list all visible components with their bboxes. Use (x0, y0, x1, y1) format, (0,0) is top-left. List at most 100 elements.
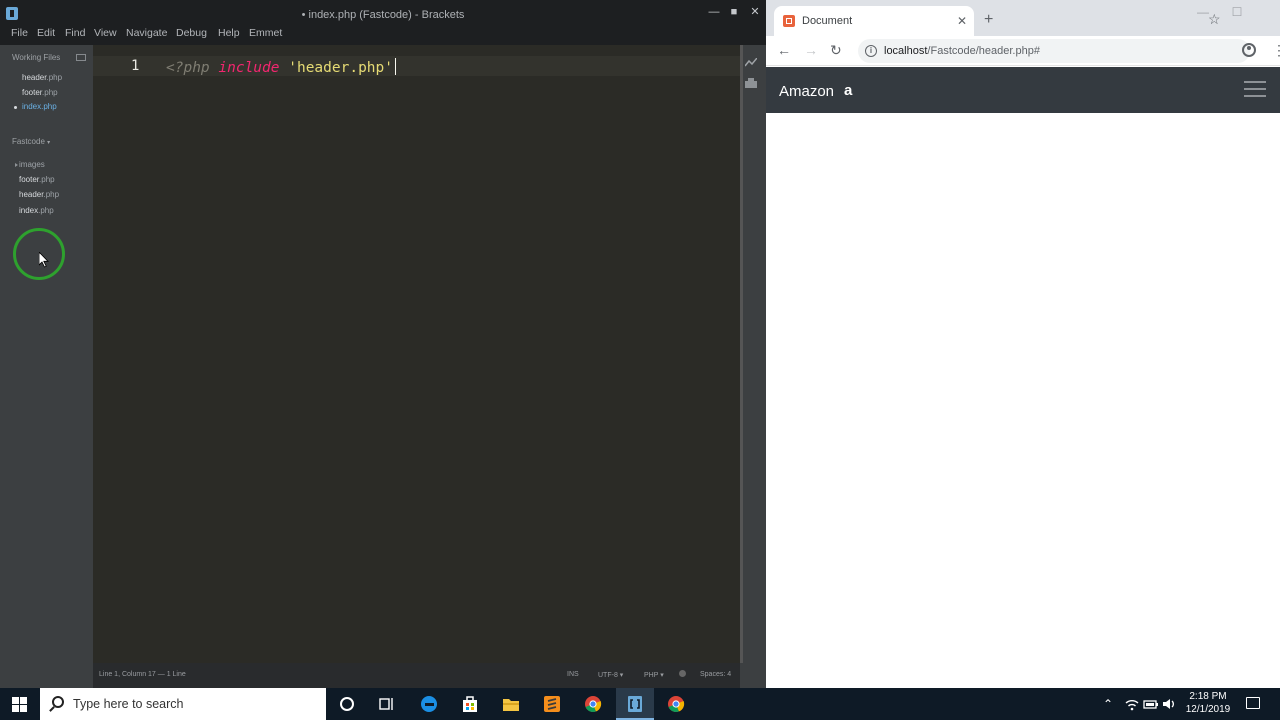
volume-icon[interactable] (1160, 694, 1180, 714)
chevron-down-icon: ▾ (47, 140, 51, 146)
insert-mode[interactable]: INS (567, 671, 579, 678)
bookmark-star-icon[interactable]: ☆ (1208, 12, 1221, 26)
wifi-icon[interactable] (1122, 694, 1142, 714)
editor-scrollbar[interactable] (740, 45, 743, 663)
project-dropdown[interactable]: Fastcode ▾ (12, 137, 50, 146)
menu-navigate[interactable]: Navigate (126, 27, 167, 39)
file-ext: .php (46, 73, 63, 82)
code-editor[interactable]: 1 <?php include 'header.php' (93, 45, 740, 663)
battery-icon[interactable] (1141, 694, 1161, 714)
brackets-window: • index.php (Fastcode) - Brackets — ■ ✕ … (0, 0, 766, 688)
search-icon (52, 696, 64, 708)
language-select[interactable]: PHP ▾ (644, 671, 664, 679)
store-icon[interactable] (460, 694, 480, 714)
edge-browser-icon[interactable] (419, 694, 439, 714)
back-arrow-icon[interactable]: ← (777, 43, 791, 57)
status-bar: Line 1, Column 17 — 1 Line INS UTF-8 ▾ P… (93, 663, 740, 688)
working-file-footer[interactable]: footer.php (22, 88, 58, 97)
file-name: footer (19, 175, 40, 184)
url-host: localhost (884, 45, 928, 57)
indent-setting[interactable]: Spaces: 4 (700, 671, 731, 678)
menu-help[interactable]: Help (218, 27, 240, 39)
linter-status-icon[interactable] (679, 670, 686, 677)
working-files-label: Working Files (12, 53, 61, 62)
working-file-header[interactable]: header.php (22, 73, 62, 82)
chevron-up-icon[interactable]: ⌃ (1103, 697, 1113, 711)
menu-debug[interactable]: Debug (176, 27, 207, 39)
tree-file-footer[interactable]: footer.php (19, 175, 55, 184)
file-name: header (22, 73, 47, 82)
menu-view[interactable]: View (94, 27, 117, 39)
code-line-1[interactable]: <?php include 'header.php' (166, 58, 396, 76)
close-button[interactable]: ✕ (745, 3, 765, 21)
tab-title: Document (802, 15, 853, 27)
forward-arrow-icon[interactable]: → (804, 43, 818, 57)
clock-time: 2:18 PM (1189, 691, 1227, 702)
clock-date: 12/1/2019 (1185, 704, 1231, 715)
menu-bar: File Edit Find View Navigate Debug Help … (0, 24, 766, 42)
split-view-icon[interactable] (76, 54, 86, 61)
sublime-text-icon[interactable] (542, 694, 562, 714)
browser-menu-icon[interactable]: ⋮ (1272, 42, 1280, 59)
file-name: header (19, 190, 44, 199)
extension-manager-icon[interactable] (745, 78, 757, 88)
right-toolbar (740, 45, 766, 688)
address-bar[interactable]: i localhost/Fastcode/header.php# (858, 39, 1250, 63)
site-brand[interactable]: Amazon (779, 83, 834, 100)
working-file-index[interactable]: index.php (22, 102, 57, 111)
chevron-down-icon: ▾ (619, 672, 624, 679)
folder-caret-icon[interactable] (15, 163, 18, 167)
system-clock[interactable]: 2:18 PM 12/1/2019 (1178, 690, 1238, 716)
minimize-button[interactable]: — (704, 3, 724, 21)
cortana-icon[interactable] (340, 697, 354, 711)
line-number: 1 (131, 58, 140, 74)
browser-toolbar: ← → ↻ i localhost/Fastcode/header.php# (766, 36, 1280, 66)
browser-maximize-button[interactable]: ☐ (1222, 5, 1252, 23)
reload-icon[interactable]: ↻ (830, 43, 842, 57)
browser-tab[interactable]: Document ✕ (774, 6, 974, 36)
file-explorer-icon[interactable] (501, 694, 521, 714)
search-placeholder: Type here to search (73, 697, 184, 711)
menu-edit[interactable]: Edit (37, 27, 55, 39)
url-path: /Fastcode/header.php# (927, 45, 1040, 57)
profile-avatar-icon[interactable] (1242, 43, 1256, 57)
brackets-app-taskbar-icon[interactable] (625, 694, 645, 714)
task-view-icon[interactable] (377, 694, 397, 714)
file-ext: .php (39, 175, 55, 184)
window-title: • index.php (Fastcode) - Brackets (301, 9, 465, 21)
tree-file-index[interactable]: index.php (19, 206, 54, 215)
php-open-tag: <?php (166, 60, 210, 76)
tree-folder-images[interactable]: images (19, 160, 45, 169)
file-name: index (22, 102, 42, 111)
tab-close-icon[interactable]: ✕ (957, 14, 967, 28)
site-navbar: Amazon a (766, 67, 1280, 113)
chevron-down-icon: ▾ (660, 672, 664, 679)
text-caret (395, 58, 396, 75)
encoding-select[interactable]: UTF-8 ▾ (598, 671, 623, 679)
cursor-position: Line 1, Column 17 — 1 Line (99, 671, 186, 678)
taskbar-search[interactable]: Type here to search (40, 688, 326, 720)
menu-file[interactable]: File (11, 27, 28, 39)
info-icon[interactable]: i (865, 45, 877, 57)
browser-window: Document ✕ + — ☐ ← → ↻ i localhost/Fastc… (766, 0, 1280, 688)
navbar-toggler-icon[interactable] (1244, 81, 1266, 97)
menu-emmet[interactable]: Emmet (249, 27, 282, 39)
file-name: index (19, 206, 39, 215)
amazon-logo-icon: a (844, 82, 853, 99)
file-ext: .php (43, 190, 60, 199)
php-keyword: include (218, 60, 280, 76)
maximize-button[interactable]: ■ (724, 3, 744, 21)
file-name: footer (22, 88, 43, 97)
mouse-cursor-icon (39, 252, 49, 268)
notification-center-icon[interactable] (1246, 697, 1260, 709)
modified-dot-icon (14, 106, 17, 109)
tree-file-header[interactable]: header.php (19, 190, 59, 199)
new-tab-icon[interactable]: + (984, 12, 993, 28)
file-ext: .php (42, 88, 58, 97)
windows-start-icon[interactable] (12, 697, 27, 712)
menu-find[interactable]: Find (65, 27, 85, 39)
chrome-icon[interactable] (583, 694, 603, 714)
php-string: 'header.php' (288, 60, 393, 76)
chrome-second-icon[interactable] (666, 694, 686, 714)
live-preview-icon[interactable] (745, 58, 757, 68)
